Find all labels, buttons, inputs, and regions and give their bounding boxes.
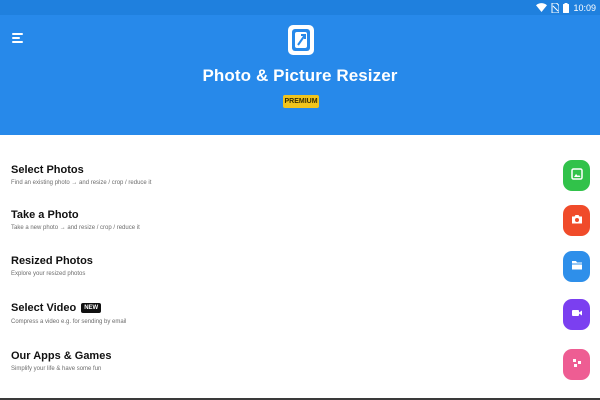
menu-item-title: Take a Photo <box>11 209 79 221</box>
new-badge: NEW <box>81 303 102 313</box>
menu-item-title: Select Photos <box>11 164 84 176</box>
take-photo-button[interactable] <box>563 205 590 236</box>
menu-item-subtitle: Take a new photo → and resize / crop / r… <box>11 225 140 231</box>
menu-item-resized-photos[interactable]: Resized Photos Explore your resized phot… <box>0 251 600 297</box>
folder-icon <box>571 258 583 276</box>
menu-item-subtitle: Explore your resized photos <box>11 271 86 277</box>
menu-item-title-text: Our Apps & Games <box>11 350 112 362</box>
apps-icon <box>571 356 583 374</box>
menu-item-take-photo[interactable]: Take a Photo Take a new photo → and resi… <box>0 205 600 251</box>
menu-item-title: Our Apps & Games <box>11 350 111 362</box>
menu-item-title-text: Resized Photos <box>11 255 93 267</box>
menu-item-title: Select Video NEW <box>11 302 102 314</box>
our-apps-button[interactable] <box>563 349 590 380</box>
status-time: 10:09 <box>573 2 596 13</box>
camera-icon <box>571 212 583 230</box>
select-photos-button[interactable] <box>563 160 590 191</box>
menu-item-title-text: Take a Photo <box>11 209 79 221</box>
battery-icon <box>563 2 570 13</box>
app-title: Photo & Picture Resizer <box>202 66 398 85</box>
select-video-button[interactable] <box>563 299 590 330</box>
menu-item-our-apps-games[interactable]: Our Apps & Games Simplify your life & ha… <box>0 349 600 395</box>
menu-item-subtitle: Simplify your life & have some fun <box>11 366 102 372</box>
menu-item-select-video[interactable]: Select Video NEW Compress a video e.g. f… <box>0 299 600 345</box>
app-header: Photo & Picture Resizer PREMIUM <box>0 15 600 135</box>
menu-item-select-photos[interactable]: Select Photos Find an existing photo → a… <box>0 160 600 206</box>
menu-item-subtitle: Compress a video e.g. for sending by ema… <box>11 319 127 325</box>
status-bar: 10:09 <box>0 0 600 15</box>
menu-item-title-text: Select Photos <box>11 164 84 176</box>
menu-item-title-text: Select Video <box>11 302 77 314</box>
menu-item-subtitle: Find an existing photo → and resize / cr… <box>11 180 152 186</box>
resized-photos-button[interactable] <box>563 251 590 282</box>
gallery-icon <box>570 167 583 185</box>
wifi-icon <box>536 3 548 12</box>
video-camera-icon <box>571 306 583 324</box>
menu-item-title: Resized Photos <box>11 255 93 267</box>
no-sim-icon <box>551 2 560 13</box>
premium-badge[interactable]: PREMIUM <box>283 95 319 108</box>
hamburger-menu-icon[interactable] <box>12 32 28 46</box>
resize-photo-icon <box>286 24 316 56</box>
